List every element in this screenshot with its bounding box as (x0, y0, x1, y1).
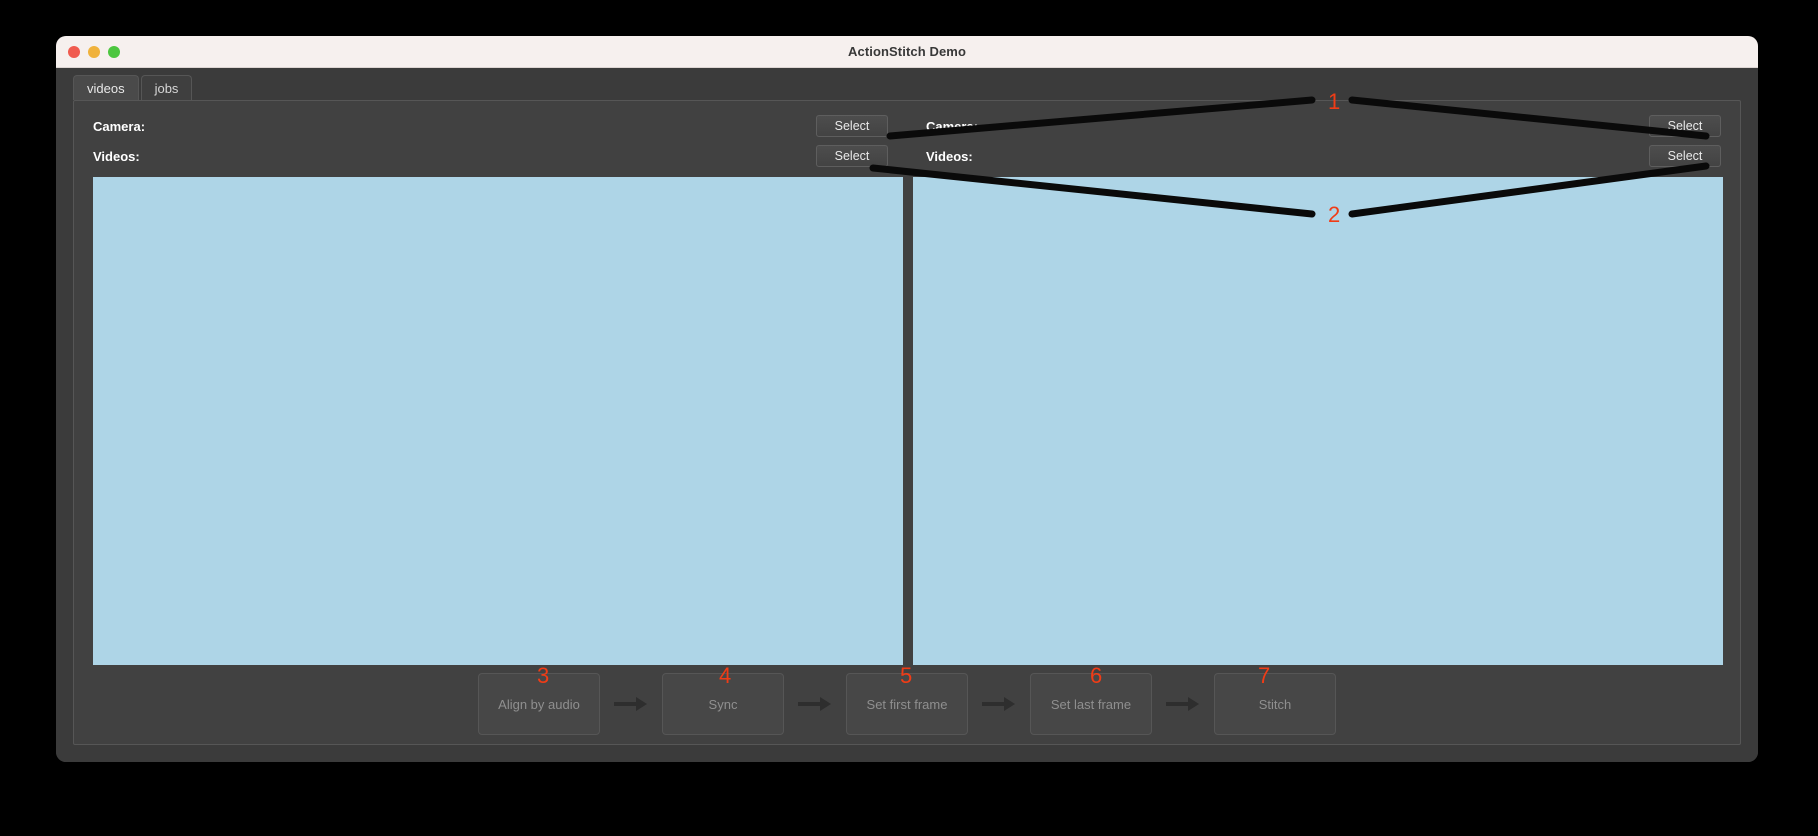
left-video-preview[interactable] (93, 177, 903, 665)
right-camera-select-button[interactable]: Select (1649, 115, 1721, 137)
traffic-light-group (68, 45, 120, 58)
align-by-audio-button[interactable]: Align by audio (478, 673, 600, 735)
right-videos-select-button[interactable]: Select (1649, 145, 1721, 167)
right-videos-label: Videos: (926, 148, 973, 164)
minimize-window-icon[interactable] (88, 45, 100, 58)
set-last-frame-button[interactable]: Set last frame (1030, 673, 1152, 735)
left-videos-label: Videos: (93, 148, 140, 164)
tab-videos[interactable]: videos (73, 75, 139, 100)
tab-jobs[interactable]: jobs (140, 75, 193, 100)
window-title: ActionStitch Demo (848, 44, 966, 59)
title-bar: ActionStitch Demo (56, 36, 1758, 68)
left-videos-row: Videos: Select (93, 143, 888, 169)
left-camera-select-button[interactable]: Select (816, 115, 888, 137)
right-videos-row: Videos: Select (926, 143, 1721, 169)
left-source-column: Camera: Select Videos: Select (74, 101, 907, 173)
arrow-right-icon (784, 696, 846, 712)
arrow-right-icon (1152, 696, 1214, 712)
arrow-right-icon (968, 696, 1030, 712)
videos-panel: Camera: Select Videos: Select Camera: Se… (73, 100, 1741, 745)
arrow-right-icon (600, 696, 662, 712)
maximize-window-icon[interactable] (108, 45, 120, 58)
right-camera-row: Camera: Select (926, 113, 1721, 139)
left-videos-select-button[interactable]: Select (816, 145, 888, 167)
left-camera-label: Camera: (93, 118, 146, 134)
right-camera-label: Camera: (926, 118, 979, 134)
left-camera-row: Camera: Select (93, 113, 888, 139)
close-window-icon[interactable] (68, 45, 80, 58)
set-first-frame-button[interactable]: Set first frame (846, 673, 968, 735)
right-video-preview[interactable] (913, 177, 1723, 665)
screen: ActionStitch Demo videos jobs Camera: Se… (0, 0, 1818, 836)
pipeline-toolbar: Align by audio Sync Set first frame Set … (74, 664, 1740, 744)
source-columns: Camera: Select Videos: Select Camera: Se… (74, 101, 1740, 173)
right-source-column: Camera: Select Videos: Select (907, 101, 1740, 173)
app-window: ActionStitch Demo videos jobs Camera: Se… (56, 36, 1758, 762)
stitch-button[interactable]: Stitch (1214, 673, 1336, 735)
app-body: videos jobs Camera: Select Videos: Selec… (56, 68, 1758, 762)
sync-button[interactable]: Sync (662, 673, 784, 735)
tab-bar: videos jobs (56, 68, 1758, 100)
